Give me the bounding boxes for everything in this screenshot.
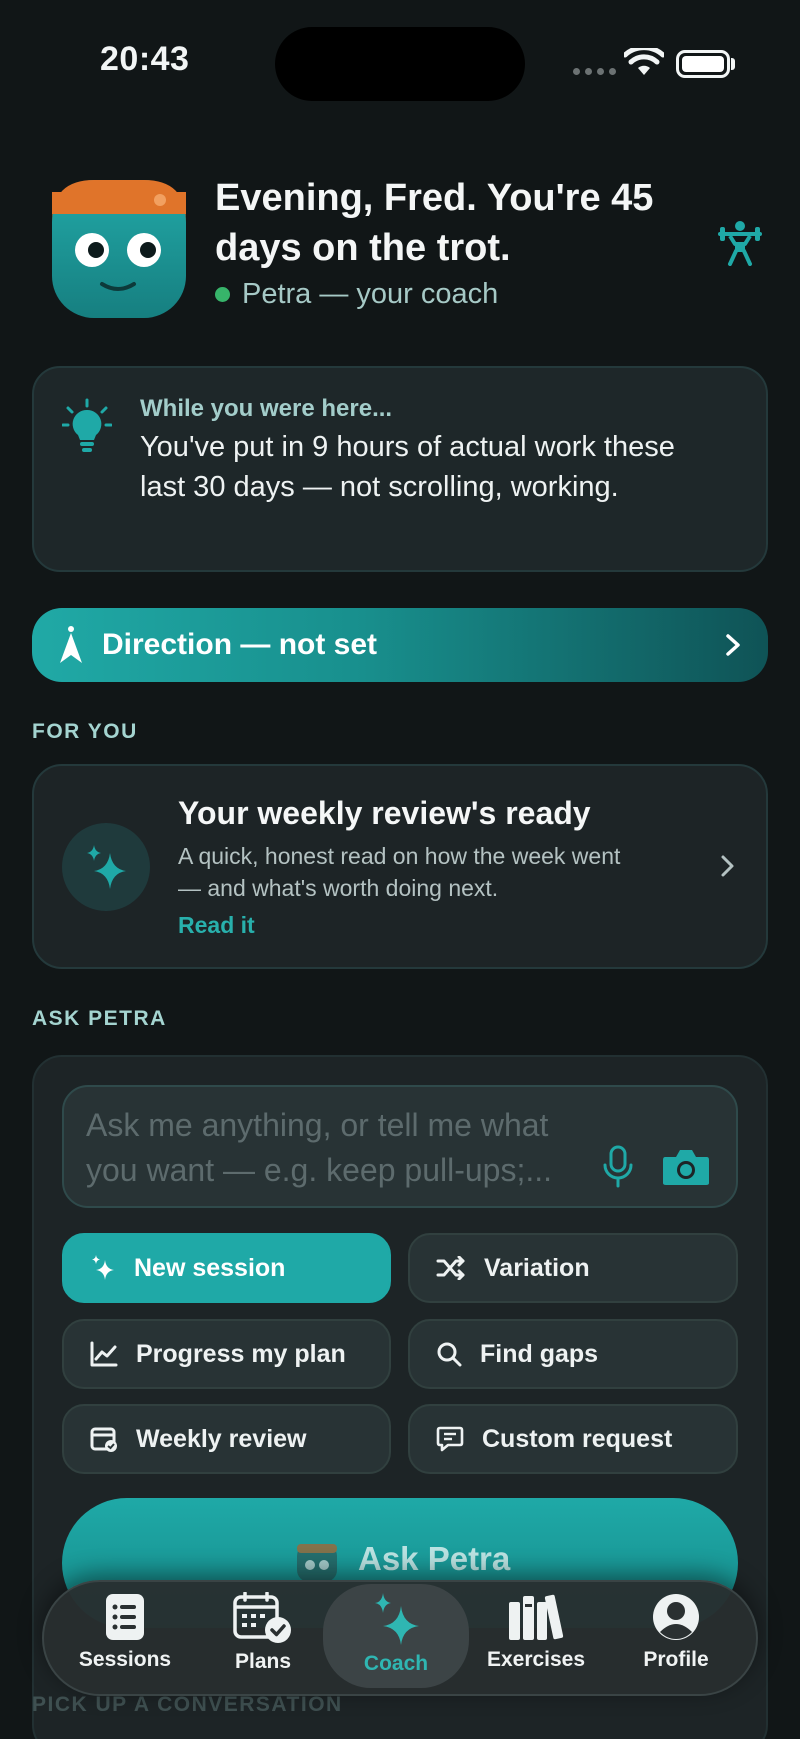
tab-exercises-label: Exercises [486,1648,586,1671]
progress-plan-label: Progress my plan [136,1339,346,1368]
ask-petra-section-label: ASK PETRA [32,1007,167,1030]
chevron-right-icon [726,634,740,656]
tab-coach[interactable]: Coach [323,1584,469,1688]
petra-mini-avatar [297,1544,337,1582]
profile-icon [653,1594,699,1640]
books-icon [509,1594,564,1640]
find-gaps-chip[interactable]: Find gaps [408,1319,738,1389]
lightbulb-icon [62,398,112,452]
pick-up-conversation-label: PICK UP A CONVERSATION [32,1693,343,1716]
battery-icon [676,50,730,78]
tab-plans-label: Plans [234,1650,292,1673]
weekly-review-title: Your weekly review's ready [178,795,591,831]
tab-coach-label: Coach [363,1652,429,1675]
new-session-label: New session [134,1253,286,1282]
custom-request-label: Custom request [482,1424,673,1453]
coach-label: Petra — your coach [242,278,499,310]
shuffle-icon [436,1256,465,1280]
battery-cap [731,58,735,70]
sparkle-icon [92,1255,114,1280]
calendar-icon [90,1427,117,1452]
wifi-icon [624,48,664,75]
variation-chip[interactable]: Variation [408,1233,738,1303]
for-you-section-label: FOR YOU [32,720,138,743]
progress-plan-chip[interactable]: Progress my plan [62,1319,391,1389]
tab-profile[interactable]: Profile [606,1592,746,1688]
compass-needle-icon [60,626,82,663]
direction-label: Direction — not set [102,628,378,661]
message-icon [436,1426,464,1452]
ask-petra-button-label: Ask Petra [358,1540,511,1577]
dynamic-island [275,27,525,101]
chevron-right-icon [721,855,734,877]
tab-sessions-label: Sessions [78,1648,172,1671]
petra-avatar [52,180,186,318]
weekly-review-description: A quick, honest read on how the week wen… [178,843,621,901]
tab-sessions[interactable]: Sessions [55,1592,195,1688]
variation-label: Variation [484,1253,590,1282]
online-status-dot [215,287,230,302]
direction-button[interactable]: Direction — not set [32,608,768,682]
ask-input-placeholder: Ask me anything, or tell me what you wan… [86,1103,596,1193]
coach-status: Petra — your coach [215,278,498,311]
weekly-review-chip[interactable]: Weekly review [62,1404,391,1474]
status-time: 20:43 [100,40,190,78]
sparkle-badge [62,823,150,911]
chart-icon [90,1341,118,1367]
weekly-review-label: Weekly review [136,1424,307,1453]
tab-plans[interactable]: Plans [193,1592,333,1688]
greeting-heading: Evening, Fred. You're 45 days on the tro… [215,177,654,269]
new-session-chip[interactable]: New session [62,1233,391,1303]
find-gaps-label: Find gaps [480,1339,599,1368]
plans-icon [233,1592,291,1643]
weightlifter-icon[interactable] [716,218,764,266]
microphone-icon[interactable] [602,1145,634,1189]
coach-sparkle-icon [375,1593,419,1645]
custom-request-chip[interactable]: Custom request [408,1404,738,1474]
insight-text: You've put in 9 hours of actual work the… [140,431,675,503]
read-it-link[interactable]: Read it [178,912,255,939]
ask-input-placeholder-text: Ask me anything, or tell me what you wan… [86,1107,553,1188]
camera-icon[interactable] [661,1147,711,1187]
insight-kicker: While you were here... [140,395,393,422]
tab-exercises[interactable]: Exercises [466,1592,606,1688]
tab-profile-label: Profile [643,1648,709,1671]
cellular-signal-icon [573,68,616,75]
search-icon [437,1342,462,1367]
sessions-icon [106,1594,144,1640]
sparkle-icon [87,845,126,889]
